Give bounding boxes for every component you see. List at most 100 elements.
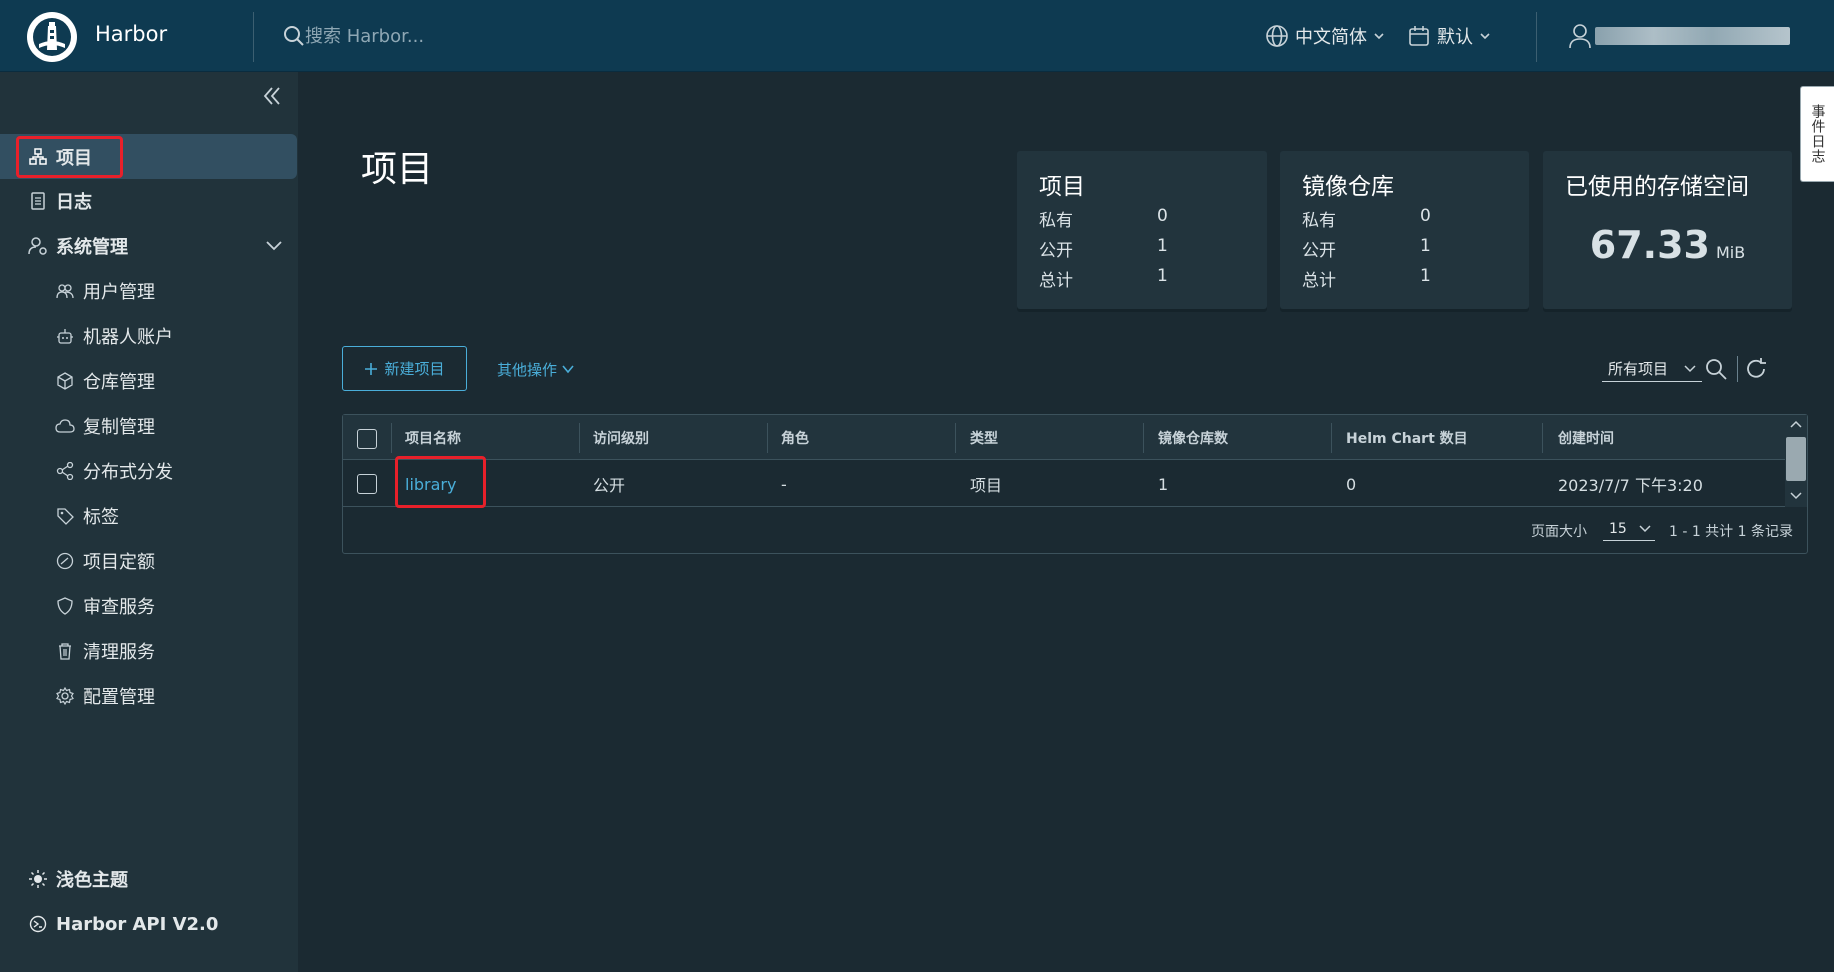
datetime-label: 默认: [1437, 27, 1473, 48]
cell-repo-count: 1: [1158, 474, 1169, 494]
admin-icon: [28, 236, 48, 256]
column-divider: [391, 423, 392, 453]
sidebar-item-label: 仓库管理: [83, 371, 155, 393]
pagination-info: 1 - 1 共计 1 条记录: [1668, 524, 1793, 540]
project-filter-select[interactable]: 所有项目: [1602, 356, 1702, 382]
global-search-input[interactable]: [305, 22, 645, 50]
search-icon[interactable]: [283, 25, 305, 47]
sidebar-item-projects[interactable]: 项目: [0, 134, 297, 179]
storage-unit: MiB: [1715, 243, 1746, 262]
cell-access: 公开: [593, 476, 626, 495]
sidebar: 项目 日志 系统管理 用户管理 机器人账户 仓库管理 复制管理 分布式分发 标签…: [0, 72, 298, 972]
column-header-created[interactable]: 创建时间: [1558, 415, 1614, 460]
other-actions-dropdown[interactable]: 其他操作: [497, 357, 575, 381]
sidebar-item-robot-accounts[interactable]: 机器人账户: [0, 313, 298, 358]
tag-icon: [55, 506, 75, 526]
column-divider: [579, 423, 580, 453]
language-label: 中文简体: [1295, 27, 1367, 48]
chevron-down-icon: [1684, 365, 1696, 373]
search-icon[interactable]: [1704, 357, 1728, 381]
sidebar-item-administration[interactable]: 系统管理: [0, 223, 298, 268]
scroll-down-icon[interactable]: [1790, 491, 1802, 501]
select-all-checkbox[interactable]: [357, 429, 377, 449]
project-name-link[interactable]: library: [405, 461, 456, 507]
gear-icon: [55, 686, 75, 706]
language-selector[interactable]: 中文简体: [1265, 22, 1385, 50]
cell-type: 项目: [970, 476, 1003, 495]
sidebar-item-labels[interactable]: 标签: [0, 493, 298, 538]
sidebar-item-label: 用户管理: [83, 281, 155, 303]
card-row-private: 私有 0: [1302, 206, 1431, 231]
cell-helm-count: 0: [1346, 474, 1357, 494]
users-icon: [55, 281, 75, 301]
sidebar-item-label: 复制管理: [83, 416, 155, 438]
sidebar-item-label: 分布式分发: [83, 461, 173, 483]
column-divider: [767, 423, 768, 453]
row-checkbox[interactable]: [357, 474, 377, 494]
repositories-summary-card: 镜像仓库 私有 0 公开 1 总计 1: [1280, 151, 1529, 309]
refresh-icon[interactable]: [1744, 357, 1768, 381]
replication-icon: [55, 416, 75, 436]
new-project-button[interactable]: 新建项目: [342, 346, 467, 391]
username-redacted[interactable]: [1595, 27, 1790, 45]
sidebar-item-label: 清理服务: [83, 641, 155, 663]
table-footer: 页面大小 15 1 - 1 共计 1 条记录: [343, 507, 1807, 553]
table-scrollbar-thumb[interactable]: [1786, 437, 1806, 481]
table-header: 项目名称 访问级别 角色 类型 镜像仓库数 Helm Chart 数目 创建时间: [343, 415, 1807, 460]
chevron-down-icon: [562, 365, 574, 374]
registry-icon: [55, 371, 75, 391]
brand-name: Harbor: [95, 22, 168, 46]
sidebar-item-users[interactable]: 用户管理: [0, 268, 298, 313]
sidebar-item-label: 配置管理: [83, 686, 155, 708]
toolbar-divider: [1737, 356, 1738, 382]
sidebar-item-label: 机器人账户: [83, 326, 173, 348]
log-icon: [28, 191, 48, 211]
page-size-label: 页面大小: [1531, 524, 1587, 540]
column-header-access[interactable]: 访问级别: [593, 415, 649, 460]
column-header-helm-count[interactable]: Helm Chart 数目: [1346, 415, 1468, 460]
chevron-down-icon[interactable]: [264, 235, 284, 255]
share-icon: [55, 461, 75, 481]
chevron-down-icon: [1480, 33, 1490, 40]
sun-icon: [28, 869, 48, 889]
card-row-total: 总计 1: [1302, 266, 1431, 291]
collapse-sidebar-icon[interactable]: [260, 84, 284, 108]
card-row-private: 私有 0: [1039, 206, 1168, 231]
scroll-up-icon[interactable]: [1790, 419, 1802, 429]
user-menu[interactable]: [1568, 22, 1592, 50]
user-icon: [1569, 24, 1591, 49]
projects-summary-card: 项目 私有 0 公开 1 总计 1: [1017, 151, 1267, 309]
card-title: 项目: [1039, 174, 1085, 200]
sidebar-item-interrogation-services[interactable]: 审查服务: [0, 583, 298, 628]
datetime-format-selector[interactable]: 默认: [1407, 22, 1491, 50]
api-explorer-link[interactable]: Harbor API V2.0: [0, 904, 298, 944]
column-divider: [1542, 423, 1543, 453]
column-header-name[interactable]: 项目名称: [405, 415, 461, 460]
page-title: 项目: [361, 149, 434, 190]
column-header-role[interactable]: 角色: [781, 415, 809, 460]
sidebar-item-distributions[interactable]: 分布式分发: [0, 448, 298, 493]
sidebar-item-configuration[interactable]: 配置管理: [0, 673, 298, 718]
sidebar-item-label: 系统管理: [56, 236, 128, 258]
card-row-total: 总计 1: [1039, 266, 1168, 291]
header-divider: [253, 12, 254, 62]
page-size-select[interactable]: 15: [1603, 517, 1655, 541]
column-divider: [1331, 423, 1332, 453]
column-header-type[interactable]: 类型: [970, 415, 998, 460]
top-header: Harbor 中文简体 默认: [0, 0, 1834, 72]
card-row-public: 公开 1: [1039, 236, 1168, 261]
card-title: 已使用的存储空间: [1565, 174, 1749, 200]
event-log-tab[interactable]: 事件日志: [1800, 86, 1834, 182]
sidebar-item-label: 审查服务: [83, 596, 155, 618]
sidebar-item-replications[interactable]: 复制管理: [0, 403, 298, 448]
sidebar-item-logs[interactable]: 日志: [0, 178, 298, 223]
sidebar-item-project-quotas[interactable]: 项目定额: [0, 538, 298, 583]
sidebar-item-registries[interactable]: 仓库管理: [0, 358, 298, 403]
column-header-repo-count[interactable]: 镜像仓库数: [1158, 415, 1228, 460]
sidebar-item-clean-up[interactable]: 清理服务: [0, 628, 298, 673]
shield-icon: [55, 596, 75, 616]
api-label: Harbor API V2.0: [56, 913, 219, 935]
header-divider: [1536, 12, 1537, 62]
harbor-logo-icon[interactable]: [27, 12, 77, 62]
theme-toggle[interactable]: 浅色主题: [0, 859, 298, 899]
